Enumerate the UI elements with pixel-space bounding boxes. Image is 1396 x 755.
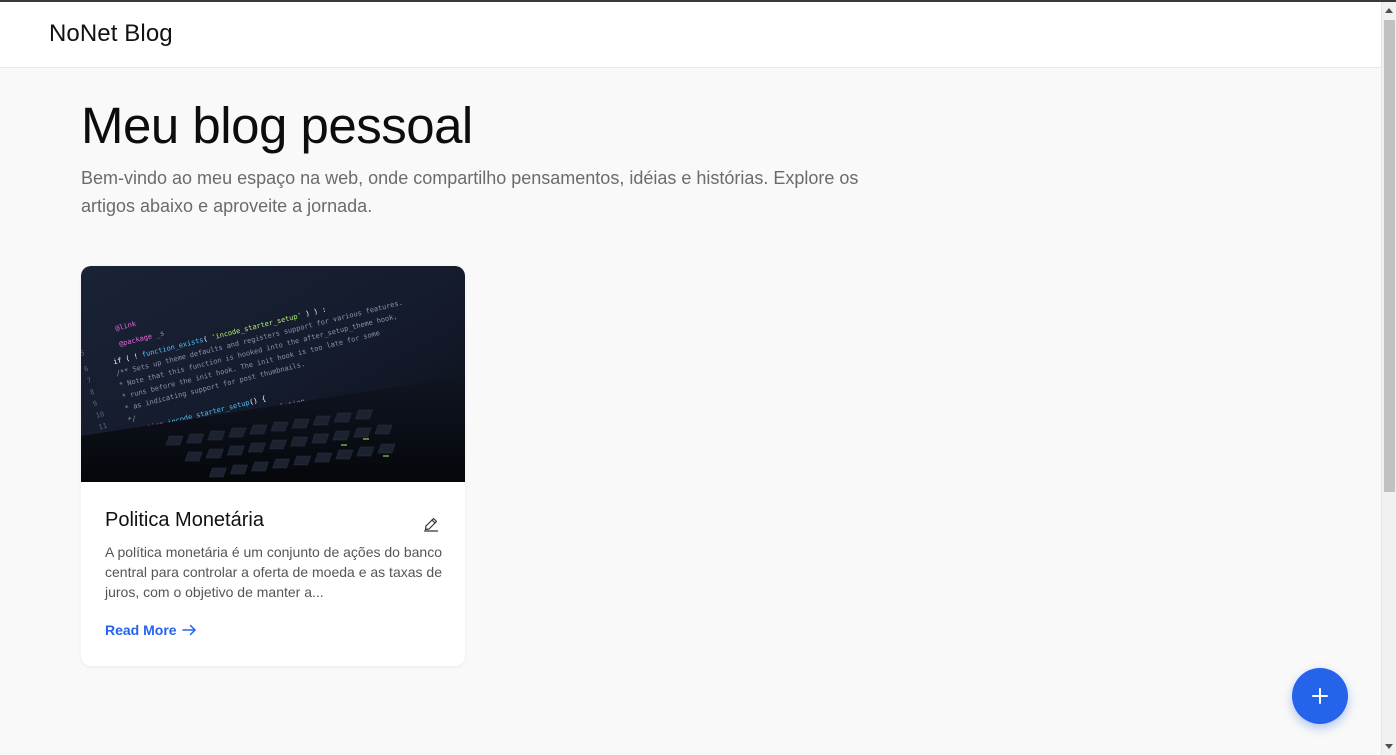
post-title[interactable]: Politica Monetária	[105, 509, 264, 532]
add-post-button[interactable]	[1292, 668, 1348, 724]
page-subtitle: Bem-vindo ao meu espaço na web, onde com…	[81, 168, 859, 216]
post-card: @link @package _s if ( ! function_exists…	[81, 266, 465, 666]
scrollbar-thumb[interactable]	[1384, 20, 1395, 492]
vertical-scrollbar[interactable]	[1381, 2, 1396, 755]
read-more-link[interactable]: Read More	[105, 622, 197, 638]
arrow-right-icon	[181, 624, 196, 636]
page-title: Meu blog pessoal	[81, 97, 473, 154]
site-header: NoNet Blog	[0, 2, 1381, 68]
pencil-icon	[423, 517, 439, 532]
site-brand[interactable]: NoNet Blog	[49, 20, 173, 48]
post-cover-image: @link @package _s if ( ! function_exists…	[81, 266, 465, 482]
edit-post-button[interactable]	[421, 514, 441, 534]
read-more-label: Read More	[105, 622, 177, 638]
scroll-down-arrow-icon[interactable]	[1385, 744, 1393, 749]
plus-icon	[1312, 688, 1328, 704]
post-excerpt: A política monetária é um conjunto de aç…	[105, 544, 442, 600]
scroll-up-arrow-icon[interactable]	[1385, 8, 1393, 13]
